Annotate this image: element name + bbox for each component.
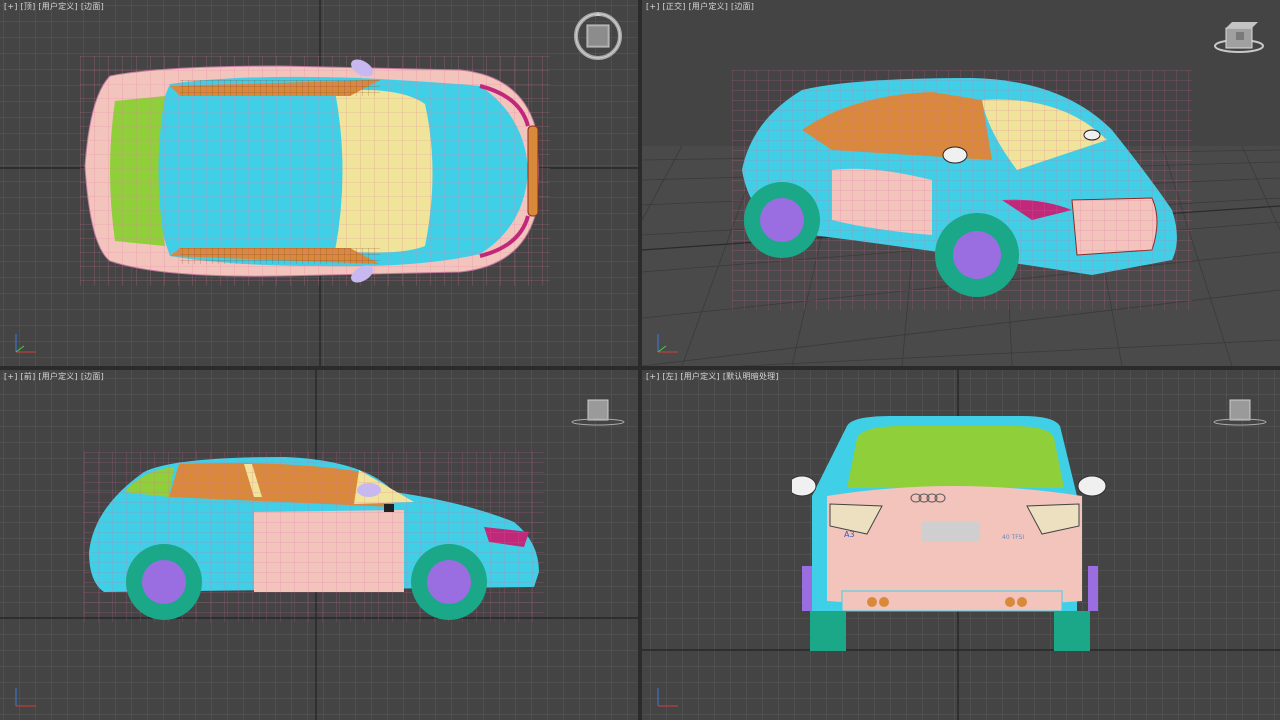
brand-label: A3 (844, 530, 855, 539)
car-model-persp[interactable] (732, 70, 1192, 310)
label-view[interactable]: [前] (21, 372, 36, 381)
label-shading[interactable]: [边面] (81, 372, 104, 381)
label-plus[interactable]: [+] (646, 2, 660, 11)
axis-tripod-icon (15, 688, 36, 707)
label-user[interactable]: [用户定义] (38, 372, 77, 381)
axis-tripod-icon (657, 688, 678, 707)
viewport-orthographic[interactable]: [+] [正交] [用户定义] [边面] (642, 0, 1280, 366)
car-model-front[interactable] (84, 452, 544, 622)
viewcube-icon[interactable] (1212, 396, 1268, 430)
viewcube-icon[interactable] (1212, 18, 1266, 58)
label-shading[interactable]: [默认明暗处理] (723, 372, 779, 381)
car-rear-body (792, 416, 1107, 651)
label-plus[interactable]: [+] (4, 2, 18, 11)
viewport-label-front[interactable]: [+] [前] [用户定义] [边面] (4, 371, 107, 382)
axis-tripod-icon (15, 334, 36, 353)
label-shading[interactable]: [边面] (81, 2, 104, 11)
viewport-label-top[interactable]: [+] [顶] [用户定义] [边面] (4, 1, 107, 12)
label-plus[interactable]: [+] (646, 372, 660, 381)
car-model-top[interactable] (80, 56, 550, 286)
label-view[interactable]: [左] (663, 372, 678, 381)
viewport-front[interactable]: [+] [前] [用户定义] [边面] (0, 370, 638, 720)
viewport-top[interactable]: [+] [顶] [用户定义] [边面] (0, 0, 638, 366)
label-view[interactable]: [顶] (21, 2, 36, 11)
badge-label: 40 TFSI (1002, 534, 1025, 541)
viewport-left[interactable]: [+] [左] [用户定义] [默认明暗处理] A3 40 TFSI (642, 370, 1280, 720)
car-model-rear[interactable]: A3 40 TFSI (792, 416, 1122, 656)
label-view[interactable]: [正交] (663, 2, 686, 11)
label-user[interactable]: [用户定义] (680, 372, 719, 381)
label-plus[interactable]: [+] (4, 372, 18, 381)
label-user[interactable]: [用户定义] (38, 2, 77, 11)
viewport-label-left[interactable]: [+] [左] [用户定义] [默认明暗处理] (646, 371, 782, 382)
viewcube-icon[interactable] (570, 396, 626, 430)
axis-tripod-icon (657, 334, 678, 353)
viewcube-icon[interactable] (572, 10, 624, 62)
label-user[interactable]: [用户定义] (689, 2, 728, 11)
viewport-label-persp[interactable]: [+] [正交] [用户定义] [边面] (646, 1, 757, 12)
label-shading[interactable]: [边面] (731, 2, 754, 11)
